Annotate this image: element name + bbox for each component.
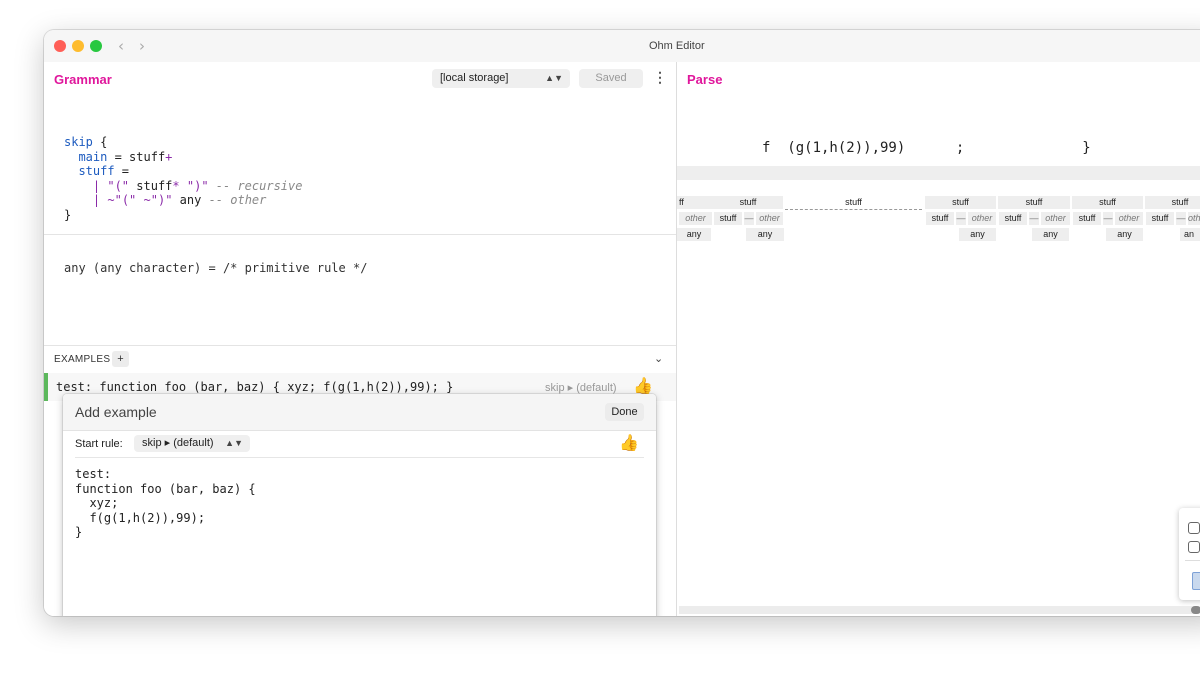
parse-node[interactable]: — xyxy=(744,212,754,225)
parse-node[interactable]: stuff xyxy=(785,196,922,210)
parse-node[interactable]: any xyxy=(1032,228,1069,241)
scrollbar-thumb[interactable] xyxy=(1191,606,1200,614)
option-checkbox[interactable] xyxy=(1188,541,1200,553)
grammar-title: Grammar xyxy=(54,72,112,87)
parse-node[interactable]: other xyxy=(968,212,996,225)
parse-node[interactable]: stuff xyxy=(713,196,783,209)
option-checkbox[interactable] xyxy=(1188,522,1200,534)
parse-node[interactable]: stuff xyxy=(1145,196,1200,209)
parse-node[interactable]: stuff xyxy=(1073,212,1101,225)
minimize-window-button[interactable] xyxy=(72,40,84,52)
storage-select[interactable]: [local storage] ▲▼ xyxy=(432,69,570,88)
divider xyxy=(44,234,676,235)
parse-node[interactable]: any xyxy=(746,228,784,241)
parse-node[interactable]: an xyxy=(1180,228,1200,241)
thumbs-up-icon[interactable]: 👍 xyxy=(619,433,639,453)
parse-node[interactable]: other xyxy=(1115,212,1143,225)
parse-node[interactable]: any xyxy=(959,228,996,241)
divider xyxy=(75,457,644,458)
parse-node[interactable]: stuff xyxy=(714,212,742,225)
parse-node[interactable]: stuff xyxy=(926,212,954,225)
grammar-pane: Grammar [local storage] ▲▼ Saved ⋮ skip … xyxy=(44,62,677,616)
parse-pane: Parse f (g(1,h(2)),99) ; } ff stuff stuf… xyxy=(677,62,1200,616)
example-editor[interactable]: test: function foo (bar, baz) { xyz; f(g… xyxy=(75,467,256,540)
parse-node[interactable]: any xyxy=(1106,228,1143,241)
window-title: Ohm Editor xyxy=(649,40,705,52)
pass-indicator xyxy=(44,373,48,401)
parse-node[interactable]: oth xyxy=(1188,212,1200,225)
done-button[interactable]: Done xyxy=(605,403,644,421)
dialog-header: Add example Done xyxy=(63,394,656,431)
close-window-button[interactable] xyxy=(54,40,66,52)
zoom-window-button[interactable] xyxy=(90,40,102,52)
chevron-updown-icon: ▲▼ xyxy=(225,438,243,448)
parse-node[interactable]: stuff xyxy=(1072,196,1143,209)
back-icon[interactable]: ‹ xyxy=(118,37,124,55)
parse-node[interactable]: stuff xyxy=(1146,212,1174,225)
thumbs-up-icon[interactable]: 👍 xyxy=(633,376,653,396)
start-rule-label: Start rule: xyxy=(75,438,123,450)
parse-node[interactable]: any xyxy=(677,228,711,241)
parse-node[interactable]: — xyxy=(956,212,966,225)
parse-input-text: f (g(1,h(2)),99) ; } xyxy=(762,140,1091,156)
parse-node[interactable]: ff xyxy=(677,196,713,209)
example-start-rule: skip ▸ (default) xyxy=(545,382,617,394)
parse-node[interactable]: — xyxy=(1029,212,1039,225)
parse-root-bar[interactable] xyxy=(677,166,1200,180)
primitive-rule-text: any (any character) = /* primitive rule … xyxy=(64,261,368,275)
horizontal-scrollbar[interactable] xyxy=(679,606,1200,614)
parse-node[interactable]: — xyxy=(1103,212,1113,225)
add-example-dialog: Add example Done Start rule: skip ▸ (def… xyxy=(63,394,656,616)
divider xyxy=(1185,560,1200,561)
parse-node[interactable]: other xyxy=(1041,212,1070,225)
parse-node[interactable]: other xyxy=(756,212,783,225)
parse-title: Parse xyxy=(687,72,723,87)
title-bar: ‹ › Ohm Editor xyxy=(44,30,1200,62)
storage-select-value: [local storage] xyxy=(440,72,509,84)
options-panel xyxy=(1179,508,1200,600)
dialog-title: Add example xyxy=(75,404,157,420)
chevron-updown-icon: ▲▼ xyxy=(545,73,563,83)
parse-node[interactable]: other xyxy=(679,212,712,225)
more-options-icon[interactable]: ⋮ xyxy=(653,69,667,86)
examples-label: EXAMPLES xyxy=(54,354,111,365)
parse-node[interactable]: — xyxy=(1176,212,1186,225)
parse-node[interactable]: stuff xyxy=(925,196,996,209)
start-rule-select[interactable]: skip ▸ (default) ▲▼ xyxy=(134,435,250,452)
editor-window: ‹ › Ohm Editor Grammar [local storage] ▲… xyxy=(44,30,1200,616)
add-example-button[interactable]: + xyxy=(112,351,129,367)
option-button[interactable] xyxy=(1192,572,1200,590)
forward-icon[interactable]: › xyxy=(139,37,145,55)
divider xyxy=(44,345,676,346)
start-rule-value: skip ▸ (default) xyxy=(142,437,214,449)
parse-node[interactable]: stuff xyxy=(999,212,1027,225)
parse-node[interactable]: stuff xyxy=(998,196,1070,209)
example-text: test: function foo (bar, baz) { xyz; f(g… xyxy=(56,380,454,394)
grammar-source[interactable]: skip { main = stuff+ stuff = | "(" stuff… xyxy=(64,135,302,222)
chevron-down-icon[interactable]: ⌄ xyxy=(654,352,663,365)
saved-button[interactable]: Saved xyxy=(579,69,643,88)
